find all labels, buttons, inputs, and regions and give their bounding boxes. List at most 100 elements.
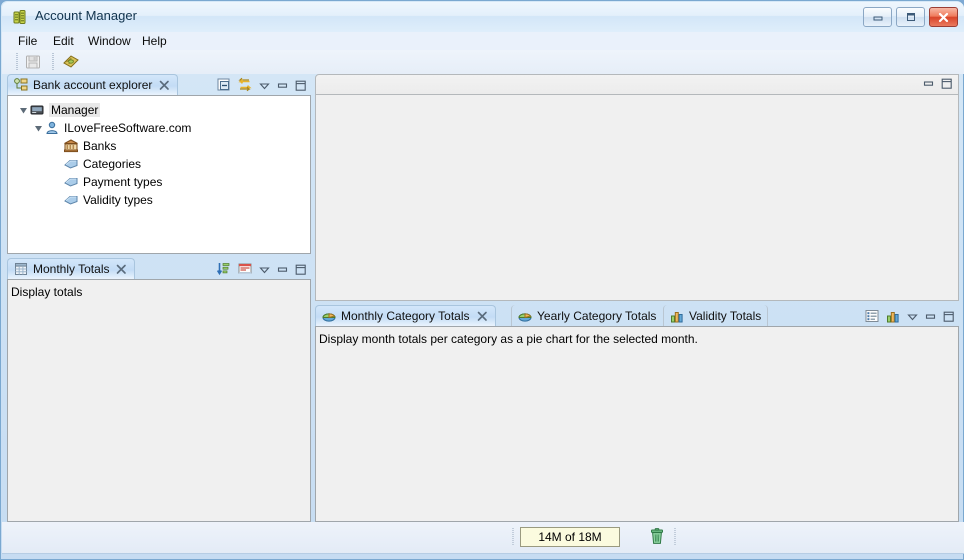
tab-bank-account-explorer[interactable]: Bank account explorer — [7, 74, 179, 95]
tab-label: Bank account explorer — [33, 78, 153, 92]
bank-icon — [63, 138, 79, 154]
tag-icon — [63, 174, 79, 190]
view-stack-totals: Monthly Category Totals Yearly Category … — [315, 305, 959, 522]
bank-explorer-icon — [13, 77, 29, 93]
tree-item-validity-types[interactable]: Validity types — [14, 191, 310, 209]
menu-window[interactable]: Window — [82, 34, 137, 48]
bank-account-tree: Manager ILoveFreeSoftware.com Banks Cate… — [8, 96, 310, 209]
expand-arrow-icon[interactable] — [33, 119, 44, 137]
tree-item-label: Banks — [83, 139, 117, 153]
toolbar-separator — [16, 53, 18, 71]
minimize-button[interactable] — [863, 7, 892, 27]
close-icon[interactable] — [476, 310, 489, 323]
menu-edit[interactable]: Edit — [47, 34, 80, 48]
tab-yearly-category-totals[interactable]: Yearly Category Totals — [511, 305, 662, 326]
tree-container[interactable]: Manager ILoveFreeSoftware.com Banks Cate… — [7, 95, 311, 254]
menu-file[interactable]: File — [12, 34, 43, 48]
minimize-icon[interactable] — [276, 79, 289, 92]
status-bar: 14M of 18M — [2, 522, 964, 554]
bar-chart-icon[interactable] — [885, 308, 901, 324]
status-divider — [2, 553, 964, 554]
tree-item-label: Manager — [49, 103, 101, 117]
link-with-editor-icon[interactable] — [237, 77, 253, 93]
maximize-button[interactable] — [896, 7, 925, 27]
toolbar-separator — [52, 53, 54, 71]
window-controls — [863, 7, 958, 27]
editor-toolbar — [922, 77, 953, 90]
maximize-icon[interactable] — [294, 263, 307, 276]
main-toolbar — [2, 50, 964, 74]
minimize-icon[interactable] — [276, 263, 289, 276]
status-grip — [512, 528, 514, 546]
account-manager-icon — [12, 9, 28, 25]
view-toolbar — [216, 77, 307, 93]
new-account-button[interactable] — [62, 53, 80, 71]
close-icon[interactable] — [115, 263, 128, 276]
view-menu-icon[interactable] — [258, 79, 271, 92]
tab-label: Monthly Category Totals — [341, 309, 470, 323]
tree-item-manager[interactable]: Manager — [14, 101, 310, 119]
close-button[interactable] — [929, 7, 958, 27]
view-tab-row: Monthly Category Totals Yearly Category … — [315, 305, 959, 326]
menu-bar: File Edit Window Help — [2, 32, 964, 50]
sort-icon[interactable] — [216, 261, 232, 277]
application-window: Account Manager File Edit Window Help Ba… — [0, 0, 964, 560]
tab-label: Yearly Category Totals — [537, 308, 657, 323]
tree-item-label: Payment types — [83, 175, 163, 189]
workbench-body: Bank account explorer Manager ILoveFreeS… — [7, 74, 959, 522]
totals-content: Display month totals per category as a p… — [315, 326, 959, 522]
view-bank-account-explorer: Bank account explorer Manager ILoveFreeS… — [7, 74, 311, 254]
view-toolbar — [216, 261, 307, 277]
run-garbage-collector-button[interactable] — [648, 527, 666, 547]
collapse-all-icon[interactable] — [216, 77, 232, 93]
maximize-icon[interactable] — [942, 310, 955, 323]
tree-item-label: Categories — [83, 157, 142, 171]
tab-validity-totals[interactable]: Validity Totals — [663, 305, 769, 326]
properties-icon[interactable] — [864, 308, 880, 324]
view-tab-row: Monthly Totals — [7, 258, 311, 279]
view-tab-row: Bank account explorer — [7, 74, 311, 95]
pie-chart-icon — [517, 308, 533, 324]
menu-help[interactable]: Help — [136, 34, 173, 48]
tab-monthly-category-totals[interactable]: Monthly Category Totals — [315, 305, 496, 326]
title-bar: Account Manager — [2, 2, 964, 32]
editor-empty-body — [315, 95, 959, 301]
editor-tab-row — [315, 74, 959, 95]
tree-item-categories[interactable]: Categories — [14, 155, 310, 173]
tab-monthly-totals[interactable]: Monthly Totals — [7, 258, 136, 279]
tree-item-payment-types[interactable]: Payment types — [14, 173, 310, 191]
view-menu-icon[interactable] — [258, 263, 271, 276]
save-button[interactable] — [24, 53, 42, 71]
banknote-icon — [63, 55, 79, 68]
tab-label: Monthly Totals — [33, 262, 110, 276]
view-monthly-totals: Monthly Totals Display totals — [7, 258, 311, 522]
tab-label: Validity Totals — [689, 308, 762, 323]
floppy-disk-icon — [26, 55, 40, 69]
bar-chart-icon — [669, 308, 685, 324]
maximize-icon[interactable] — [294, 79, 307, 92]
tree-item-label: ILoveFreeSoftware.com — [64, 121, 192, 135]
user-icon — [44, 120, 60, 136]
tree-item-banks[interactable]: Banks — [14, 137, 310, 155]
tag-icon — [63, 156, 79, 172]
totals-description-text: Display month totals per category as a p… — [319, 332, 698, 346]
status-grip — [674, 528, 676, 546]
tree-item-label: Validity types — [83, 193, 153, 207]
tree-item-ilovefreesoftware[interactable]: ILoveFreeSoftware.com — [14, 119, 310, 137]
heap-status[interactable]: 14M of 18M — [520, 527, 620, 547]
maximize-icon[interactable] — [940, 77, 953, 90]
monthly-totals-content: Display totals — [7, 279, 311, 522]
tag-icon — [63, 192, 79, 208]
editor-area — [315, 74, 959, 301]
minimize-icon[interactable] — [922, 77, 935, 90]
close-icon[interactable] — [158, 79, 171, 92]
pie-chart-icon — [321, 308, 337, 324]
view-menu-icon[interactable] — [906, 310, 919, 323]
minimize-icon[interactable] — [924, 310, 937, 323]
view-toolbar — [864, 308, 955, 324]
filter-icon[interactable] — [237, 261, 253, 277]
server-icon — [29, 102, 45, 118]
expand-arrow-icon[interactable] — [18, 101, 29, 119]
table-icon — [13, 261, 29, 277]
monthly-totals-text: Display totals — [11, 285, 83, 299]
